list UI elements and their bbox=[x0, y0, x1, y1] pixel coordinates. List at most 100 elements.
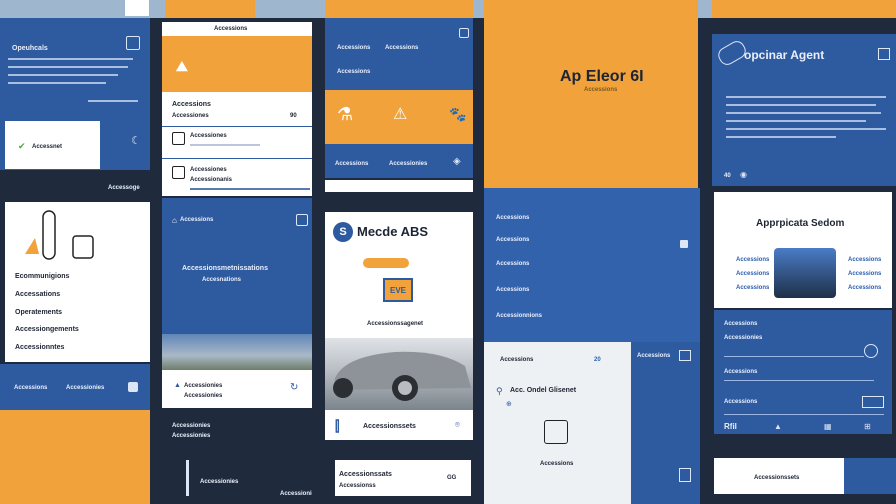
pin-icon[interactable]: ⌾ bbox=[455, 420, 460, 430]
col3-bar-right[interactable]: Accessionies bbox=[389, 160, 427, 169]
tag-icon[interactable]: ◈ bbox=[453, 156, 461, 167]
col3-mid-bar: Accessions Accessionies ◈ bbox=[325, 144, 473, 178]
col4-list-item[interactable]: Accessions bbox=[496, 286, 529, 295]
list-item[interactable]: Accessiongements bbox=[15, 325, 79, 334]
col3-card-row[interactable]: ⫿ Accessionssets ⌾ bbox=[325, 410, 473, 440]
col2-item-title[interactable]: Accessions bbox=[172, 100, 211, 109]
menu-icon[interactable] bbox=[459, 28, 469, 38]
col5-card-title: Apprpicata Sedom bbox=[756, 218, 845, 229]
col3-footer-badge: GG bbox=[447, 475, 457, 481]
background-orange-block bbox=[712, 0, 896, 18]
col2-top-label: Accessions bbox=[214, 26, 248, 32]
col3-small-label: Accessions bbox=[337, 69, 371, 75]
list-item[interactable]: Accessations bbox=[15, 290, 60, 299]
col5-field-label: Accessions bbox=[724, 369, 758, 375]
stop-icon[interactable] bbox=[680, 240, 688, 248]
landscape-image bbox=[162, 334, 312, 370]
up-arrow-icon[interactable]: ▲ bbox=[774, 422, 782, 431]
col1-bottom-left[interactable]: Accessions bbox=[14, 384, 47, 393]
col2-dark-text: Accessionies bbox=[200, 479, 239, 485]
col3-divider bbox=[325, 180, 473, 192]
spec-item: Accessions bbox=[848, 257, 882, 263]
col2-orange-header: ⛰ bbox=[162, 36, 312, 92]
arrow-icon: ▲ bbox=[174, 382, 181, 389]
col2-list: Accessions Accessiones 90 Accessiones Ac… bbox=[162, 92, 312, 196]
input-underline[interactable] bbox=[724, 356, 864, 357]
list-item[interactable]: Accessionntes bbox=[15, 343, 64, 352]
col3-footer-card: Accessionssats Accessionss GG bbox=[335, 460, 471, 496]
car-image bbox=[325, 338, 473, 410]
bookmark-icon[interactable] bbox=[126, 36, 140, 50]
col3-footer-sub: Accessionss bbox=[339, 483, 376, 489]
col4-side-label: Accessions bbox=[637, 353, 671, 359]
chart-icon: ⫿ bbox=[335, 418, 340, 434]
col2-list2: ▲ Accessionies Accessionies ↻ bbox=[162, 370, 312, 408]
col3-brand-name: Mecde ABS bbox=[357, 224, 429, 239]
col5-field-label: Accessions bbox=[724, 399, 758, 405]
col1-footer-label: Accessoge bbox=[108, 185, 140, 191]
col4-orange-hero: Ap Eleor 6I Accessions bbox=[484, 0, 698, 188]
col3-caption: Accessionssagenet bbox=[367, 321, 424, 327]
key-icon bbox=[363, 258, 409, 268]
tab-one[interactable]: Accessions bbox=[337, 44, 370, 53]
col4-card-cta[interactable]: Accessions bbox=[540, 460, 573, 469]
col1-cta-card[interactable]: ✔ Accessnet bbox=[5, 121, 100, 169]
check-icon: ✔ bbox=[18, 141, 26, 151]
col1-orange-footer bbox=[0, 410, 150, 504]
refresh-icon[interactable]: ↻ bbox=[290, 382, 298, 393]
window-icon[interactable] bbox=[679, 350, 691, 361]
col2-mid-text: Accessionsmetnissations bbox=[182, 265, 268, 272]
col5-toast-text: Accessionssets bbox=[754, 475, 800, 481]
col2-mid-label: Accessions bbox=[180, 217, 214, 223]
col2-item-title[interactable]: Accessiones bbox=[190, 132, 227, 141]
col5-toast-action[interactable] bbox=[844, 458, 896, 494]
col1-header-title: Opeuhcals bbox=[12, 45, 48, 52]
col4-list-item[interactable]: Accessions bbox=[496, 236, 529, 245]
moon-icon[interactable]: ☾ bbox=[130, 134, 142, 147]
col2-list-item[interactable]: Accessionies bbox=[184, 382, 222, 391]
phone-icon[interactable] bbox=[679, 468, 691, 482]
location-icon: ⚲ bbox=[496, 386, 503, 396]
col2-list-item[interactable]: Accessionies bbox=[184, 392, 222, 401]
col5-toast: Accessionssets bbox=[714, 458, 844, 494]
warning-icon: ⚠ bbox=[393, 106, 408, 123]
bottle-and-cup-icon bbox=[25, 210, 94, 260]
app-icon[interactable] bbox=[128, 382, 138, 392]
col5-title: opcinar Agent bbox=[744, 48, 825, 62]
col2-dark-text: Accessionies bbox=[172, 433, 211, 439]
tab-two[interactable]: Accessions bbox=[385, 44, 418, 53]
list-item[interactable]: Operatements bbox=[15, 308, 62, 317]
col4-hero-subtitle: Accessions bbox=[584, 87, 618, 93]
col2-item-sub: Accessiones bbox=[172, 113, 209, 119]
col2-item-title[interactable]: Accessiones bbox=[190, 166, 227, 175]
col4-list-item[interactable]: Accessions bbox=[496, 260, 529, 269]
col1-bottom-right[interactable]: Accessionies bbox=[66, 384, 104, 393]
cart-icon[interactable]: ⊞ bbox=[864, 422, 871, 431]
clock-icon[interactable] bbox=[864, 344, 878, 358]
input-underline[interactable] bbox=[724, 380, 874, 381]
grid-icon[interactable]: ▦ bbox=[824, 422, 832, 431]
eye-icon[interactable]: ◉ bbox=[740, 170, 747, 179]
logo-icon: ⛰ bbox=[176, 58, 188, 74]
background-orange-block bbox=[325, 0, 473, 18]
close-icon[interactable] bbox=[878, 48, 890, 60]
col2-dark-text: Accessionies bbox=[172, 423, 211, 429]
col4-card-sub: Acc. Ondel Glisenet bbox=[510, 387, 577, 394]
col4-list-item[interactable]: Accessions bbox=[496, 214, 529, 223]
col3-top-tabs: Accessions Accessions Accessions bbox=[325, 18, 473, 90]
share-icon[interactable] bbox=[296, 214, 308, 226]
spec-item: Accessions bbox=[736, 271, 770, 277]
col3-footer-title: Accessionssats bbox=[339, 471, 392, 478]
camera-icon bbox=[544, 420, 568, 444]
col4-hero-title: Ap Eleor 6I bbox=[560, 68, 644, 85]
col2-mid-text2: Accesnations bbox=[202, 277, 242, 283]
col4-list-item[interactable]: Accessionnions bbox=[496, 312, 542, 321]
calendar-icon bbox=[172, 166, 185, 179]
document-icon bbox=[172, 132, 185, 145]
slider-handle[interactable] bbox=[186, 460, 189, 496]
col5-bottom-num: Rfil bbox=[724, 422, 737, 431]
toggle-button[interactable] bbox=[862, 396, 884, 408]
col3-bar-left[interactable]: Accessions bbox=[335, 160, 368, 169]
list-item[interactable]: Ecommunigions bbox=[15, 272, 69, 281]
col3-orange-banner: ⚗ ⚠ 🐾 bbox=[325, 90, 473, 144]
